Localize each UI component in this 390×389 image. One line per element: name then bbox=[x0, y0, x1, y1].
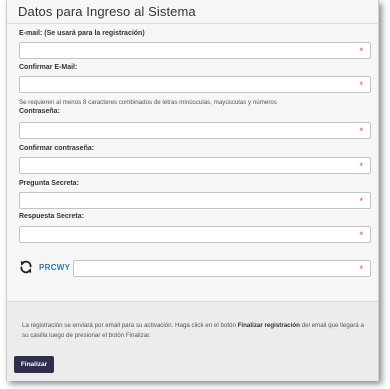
refresh-icon[interactable] bbox=[19, 260, 33, 274]
required-mark: * bbox=[359, 46, 363, 56]
confirm-password-label: Confirmar contraseña: bbox=[19, 145, 95, 152]
email-field[interactable] bbox=[19, 42, 371, 59]
activation-notice: La registración se enviará por email par… bbox=[22, 322, 364, 339]
required-mark: * bbox=[359, 264, 363, 274]
secret-question-label: Pregunta Secreta: bbox=[19, 180, 79, 187]
required-mark: * bbox=[359, 196, 363, 206]
email-label: E-mail: (Se usará para la registración) bbox=[19, 30, 145, 37]
required-mark: * bbox=[359, 161, 363, 171]
captcha-field[interactable] bbox=[73, 260, 371, 277]
confirm-email-label: Confirmar E-Mail: bbox=[19, 64, 78, 71]
page-title: Datos para Ingreso al Sistema bbox=[18, 4, 196, 19]
required-mark: * bbox=[359, 126, 363, 136]
required-mark: * bbox=[359, 80, 363, 90]
captcha-code: PRCWY bbox=[39, 263, 71, 272]
confirm-password-field[interactable] bbox=[19, 157, 371, 174]
registration-panel: Datos para Ingreso al Sistema E-mail: (S… bbox=[6, 0, 379, 381]
required-mark: * bbox=[359, 230, 363, 240]
secret-question-field[interactable] bbox=[19, 192, 371, 209]
secret-answer-field[interactable] bbox=[19, 226, 371, 243]
secret-answer-label: Respuesta Secreta: bbox=[19, 213, 84, 220]
confirm-email-field[interactable] bbox=[19, 76, 371, 93]
password-field[interactable] bbox=[19, 122, 371, 139]
password-label: Contraseña: bbox=[19, 108, 60, 115]
form-footer: La registración se enviará por email par… bbox=[7, 301, 378, 381]
finalizar-button[interactable]: Finalizar bbox=[14, 356, 54, 373]
notice-emphasis: Finalizar registración bbox=[237, 322, 300, 329]
password-hint: Se requieren al menos 8 caracteres combi… bbox=[19, 99, 277, 106]
panel-header: Datos para Ingreso al Sistema bbox=[7, 0, 378, 24]
